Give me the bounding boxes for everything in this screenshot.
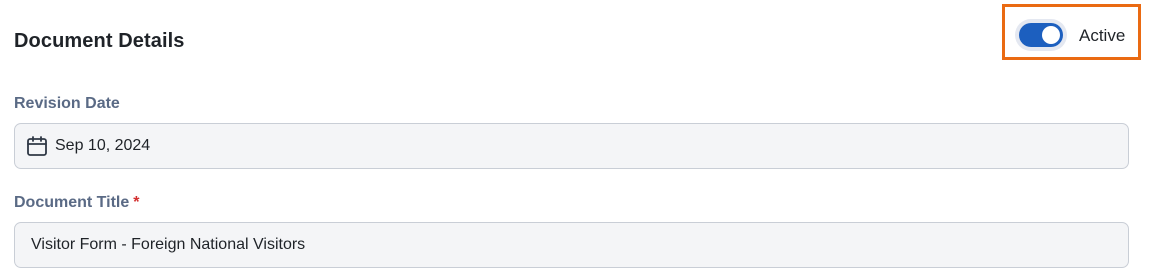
active-toggle-label: Active — [1079, 26, 1126, 45]
page-title: Document Details — [14, 30, 185, 52]
revision-date-field[interactable]: Sep 10, 2024 — [14, 123, 1129, 169]
calendar-icon — [27, 136, 47, 156]
active-toggle[interactable] — [1019, 23, 1063, 47]
document-title-value[interactable]: Visitor Form - Foreign National Visitors — [31, 236, 1031, 254]
document-details-panel: Document Details Active Revision Date Se… — [0, 0, 1152, 274]
revision-date-label: Revision Date — [14, 95, 120, 112]
document-title-label-text: Document Title — [14, 194, 130, 211]
required-marker: * — [133, 194, 140, 211]
document-title-label: Document Title * — [14, 194, 140, 212]
document-title-field[interactable]: Visitor Form - Foreign National Visitors — [14, 222, 1129, 268]
status-toggle-group: Active — [1002, 4, 1141, 60]
toggle-knob — [1042, 26, 1060, 44]
revision-date-value[interactable]: Sep 10, 2024 — [55, 137, 1055, 155]
